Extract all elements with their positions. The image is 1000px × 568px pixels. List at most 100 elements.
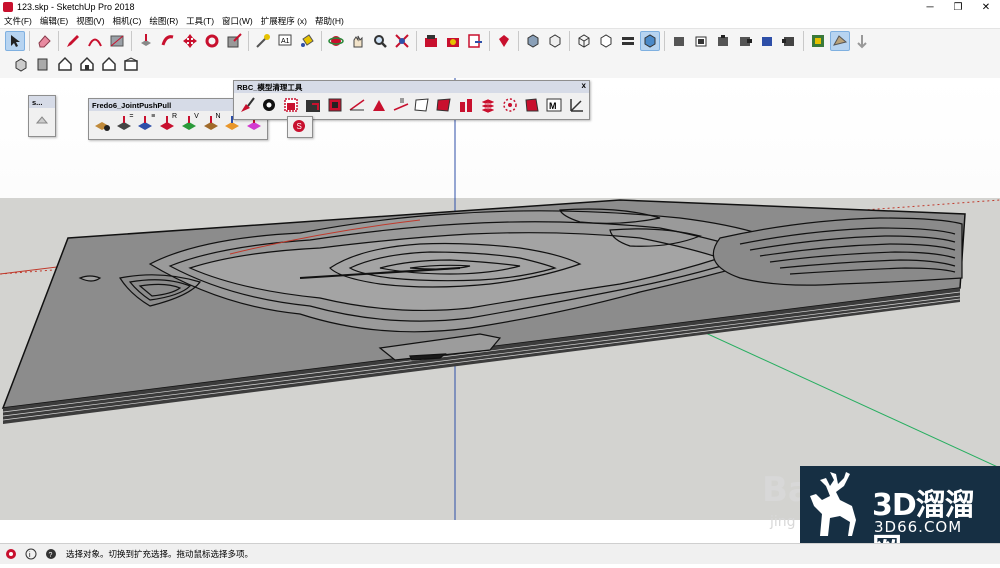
back-edges-icon[interactable] <box>545 31 565 51</box>
svg-text:M: M <box>549 101 557 111</box>
terrain-model-canvas[interactable] <box>0 78 1000 520</box>
right-view-icon[interactable] <box>77 54 97 74</box>
style-2-icon[interactable] <box>713 31 733 51</box>
shadow-icon[interactable] <box>808 31 828 51</box>
deer-logo-icon <box>810 472 856 536</box>
views-toolbar <box>0 52 1000 78</box>
help-icon[interactable]: ? <box>44 547 58 561</box>
rbc-extra-panel: S <box>287 116 313 138</box>
text-icon[interactable]: A1 <box>275 31 295 51</box>
pencil-icon[interactable] <box>63 31 83 51</box>
small-floating-panel: s... <box>28 95 56 137</box>
layer-icon[interactable] <box>32 110 52 130</box>
status-message: 选择对象。切换到扩充选择。拖动鼠标选择多项。 <box>66 549 254 559</box>
hidden-line-icon[interactable] <box>596 31 616 51</box>
iso-view-icon[interactable] <box>11 54 31 74</box>
monochrome-icon[interactable] <box>669 31 689 51</box>
home-view-icon[interactable] <box>55 54 75 74</box>
sketchup-logo-icon <box>3 2 13 12</box>
paint-bucket-icon[interactable] <box>297 31 317 51</box>
follow-me-icon[interactable] <box>158 31 178 51</box>
front-view-icon[interactable] <box>33 54 53 74</box>
rbc-face-icon[interactable] <box>413 95 433 115</box>
extension-warehouse-icon[interactable] <box>443 31 463 51</box>
credits-icon[interactable]: i <box>24 547 38 561</box>
menu-camera[interactable]: 相机(C) <box>109 15 146 27</box>
rbc-triangle-icon[interactable] <box>369 95 389 115</box>
scale-icon[interactable] <box>224 31 244 51</box>
rbc-group-icon[interactable] <box>303 95 323 115</box>
model-viewport[interactable]: s... Fredo6_JointPushPull = ≡ R V N RBC_… <box>0 78 1000 520</box>
rbc-layers-icon[interactable] <box>478 95 498 115</box>
wireframe-icon[interactable] <box>574 31 594 51</box>
rbc-axes-icon[interactable] <box>566 95 586 115</box>
zoom-extents-icon[interactable] <box>392 31 412 51</box>
rbc-s-icon[interactable]: S <box>291 119 307 133</box>
close-button[interactable]: ✕ <box>972 0 1000 14</box>
rbc-brush-icon[interactable] <box>237 95 257 115</box>
fog-icon[interactable] <box>852 31 872 51</box>
rbc-box-icon[interactable] <box>325 95 345 115</box>
rbc-cylinder-icon[interactable] <box>456 95 476 115</box>
send-to-layout-icon[interactable] <box>465 31 485 51</box>
pan-icon[interactable] <box>348 31 368 51</box>
jpp-follow-icon[interactable]: N <box>201 113 221 133</box>
style-5-icon[interactable] <box>779 31 799 51</box>
rbc-edge-icon[interactable] <box>391 95 411 115</box>
title-bar: 123.skp - SketchUp Pro 2018 ─ ❐ ✕ <box>0 0 1000 14</box>
rbc-merge-icon[interactable]: M <box>544 95 564 115</box>
jpp-vector-icon[interactable]: ≡ <box>136 113 155 133</box>
menu-view[interactable]: 视图(V) <box>72 15 108 27</box>
geo-location-icon[interactable] <box>4 547 18 561</box>
select-icon[interactable] <box>5 31 25 51</box>
rbc-line-icon[interactable] <box>347 95 367 115</box>
rbc-panel-title[interactable]: RBC_模型清理工具 x <box>234 81 589 93</box>
menu-extensions[interactable]: 扩展程序 (x) <box>257 15 311 27</box>
left-view-icon[interactable] <box>121 54 141 74</box>
sandbox-icon[interactable] <box>830 31 850 51</box>
menu-edit[interactable]: 编辑(E) <box>36 15 72 27</box>
minimize-button[interactable]: ─ <box>916 0 944 14</box>
maximize-button[interactable]: ❐ <box>944 0 972 14</box>
jpp-joint-icon[interactable]: = <box>114 113 134 133</box>
style-4-icon[interactable] <box>757 31 777 51</box>
style-3-icon[interactable] <box>735 31 755 51</box>
menu-file[interactable]: 文件(F) <box>0 15 36 27</box>
small-panel-title[interactable]: s... <box>29 96 55 108</box>
eraser-icon[interactable] <box>34 31 54 51</box>
rbc-dotted-icon[interactable] <box>500 95 520 115</box>
menu-window[interactable]: 窗口(W) <box>218 15 257 27</box>
ruby-icon[interactable] <box>494 31 514 51</box>
move-icon[interactable] <box>180 31 200 51</box>
jpp-normal-icon[interactable]: R <box>157 113 177 133</box>
rbc-close-icon[interactable]: x <box>582 81 586 90</box>
tape-measure-icon[interactable] <box>253 31 273 51</box>
svg-text:A1: A1 <box>281 38 290 45</box>
rbc-settings-icon[interactable] <box>259 95 279 115</box>
back-view-icon[interactable] <box>99 54 119 74</box>
shaded-icon[interactable] <box>618 31 638 51</box>
svg-text:i: i <box>29 552 31 559</box>
jpp-extrude-icon[interactable]: V <box>179 113 199 133</box>
style-1-icon[interactable] <box>691 31 711 51</box>
menu-tools[interactable]: 工具(T) <box>182 15 218 27</box>
jpp-options-icon[interactable] <box>92 113 112 133</box>
zoom-icon[interactable] <box>370 31 390 51</box>
xray-icon[interactable] <box>523 31 543 51</box>
arc-icon[interactable] <box>85 31 105 51</box>
push-pull-icon[interactable] <box>136 31 156 51</box>
rectangle-icon[interactable] <box>107 31 127 51</box>
watermark-url: 3D66.COM <box>874 518 963 536</box>
rbc-component-icon[interactable] <box>281 95 301 115</box>
menu-draw[interactable]: 绘图(R) <box>145 15 182 27</box>
rotate-icon[interactable] <box>202 31 222 51</box>
svg-text:?: ? <box>49 552 53 559</box>
rbc-red-face-icon[interactable] <box>434 95 454 115</box>
shaded-textures-icon[interactable] <box>640 31 660 51</box>
orbit-icon[interactable] <box>326 31 346 51</box>
menu-bar: 文件(F) 编辑(E) 视图(V) 相机(C) 绘图(R) 工具(T) 窗口(W… <box>0 14 1000 28</box>
warehouse-icon[interactable] <box>421 31 441 51</box>
menu-help[interactable]: 帮助(H) <box>311 15 348 27</box>
main-toolbar: A1 <box>0 28 1000 53</box>
rbc-material-icon[interactable] <box>522 95 542 115</box>
